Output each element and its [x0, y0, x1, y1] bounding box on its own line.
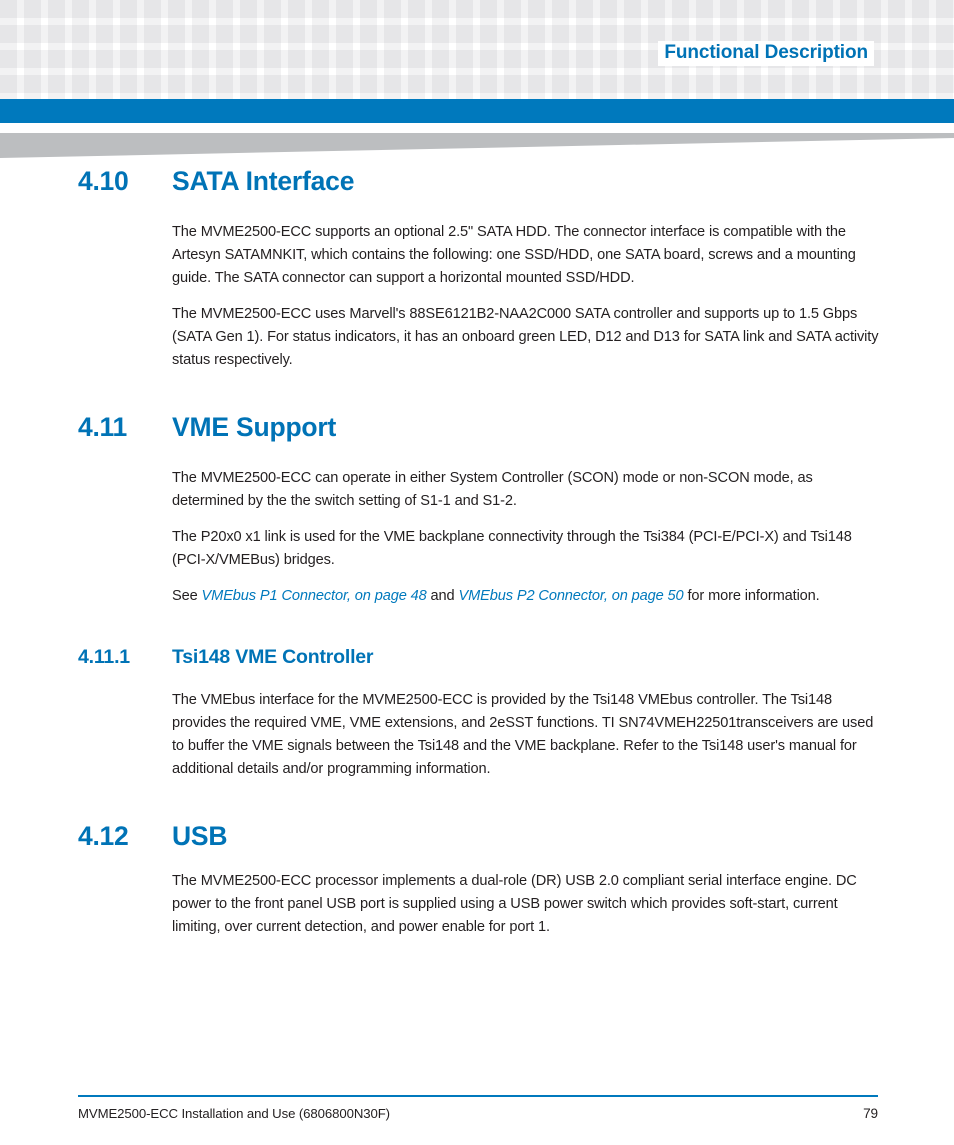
- paragraph: The MVME2500-ECC supports an optional 2.…: [172, 224, 856, 286]
- heading-number: 4.12: [78, 821, 129, 851]
- paragraph: The MVME2500-ECC can operate in either S…: [172, 470, 813, 509]
- footer-page-number: 79: [863, 1106, 878, 1121]
- footer-document-title: MVME2500-ECC Installation and Use (68068…: [78, 1106, 390, 1121]
- paragraph: The P20x0 x1 link is used for the VME ba…: [172, 529, 852, 568]
- heading-4-11: 4.11 VME Support: [0, 412, 954, 443]
- page-footer: MVME2500-ECC Installation and Use (68068…: [78, 1095, 878, 1121]
- heading-title: SATA Interface: [172, 166, 355, 196]
- page-header: Functional Description: [0, 0, 954, 99]
- heading-4-11-1: 4.11.1 Tsi148 VME Controller: [0, 646, 954, 669]
- heading-title: Tsi148 VME Controller: [172, 646, 374, 668]
- paragraph: The MVME2500-ECC processor implements a …: [172, 873, 857, 935]
- xref-link-vmebus-p2[interactable]: VMEbus P2 Connector, on page 50: [458, 588, 683, 604]
- header-gray-wedge: [0, 133, 954, 159]
- xref-lead-text: See: [172, 588, 202, 604]
- header-accent-bar: [0, 99, 954, 123]
- footer-divider: [78, 1095, 878, 1097]
- page-content: 4.10 SATA Interface The MVME2500-ECC sup…: [0, 166, 954, 939]
- xref-link-vmebus-p1[interactable]: VMEbus P1 Connector, on page 48: [202, 588, 427, 604]
- heading-number: 4.11.1: [78, 646, 130, 668]
- heading-title: VME Support: [172, 412, 337, 442]
- heading-number: 4.10: [78, 166, 129, 196]
- xref-middle-text: and: [426, 588, 459, 604]
- cross-reference-paragraph: See VMEbus P1 Connector, on page 48 and …: [172, 585, 880, 608]
- heading-number: 4.11: [78, 412, 127, 442]
- paragraph: The VMEbus interface for the MVME2500-EC…: [172, 692, 874, 777]
- running-header-title: Functional Description: [658, 41, 874, 66]
- heading-4-10: 4.10 SATA Interface: [0, 166, 954, 197]
- xref-tail-text: for more information.: [683, 588, 820, 604]
- heading-4-12: 4.12 USB: [0, 821, 954, 852]
- paragraph: The MVME2500-ECC uses Marvell's 88SE6121…: [172, 306, 879, 368]
- heading-title: USB: [172, 821, 228, 851]
